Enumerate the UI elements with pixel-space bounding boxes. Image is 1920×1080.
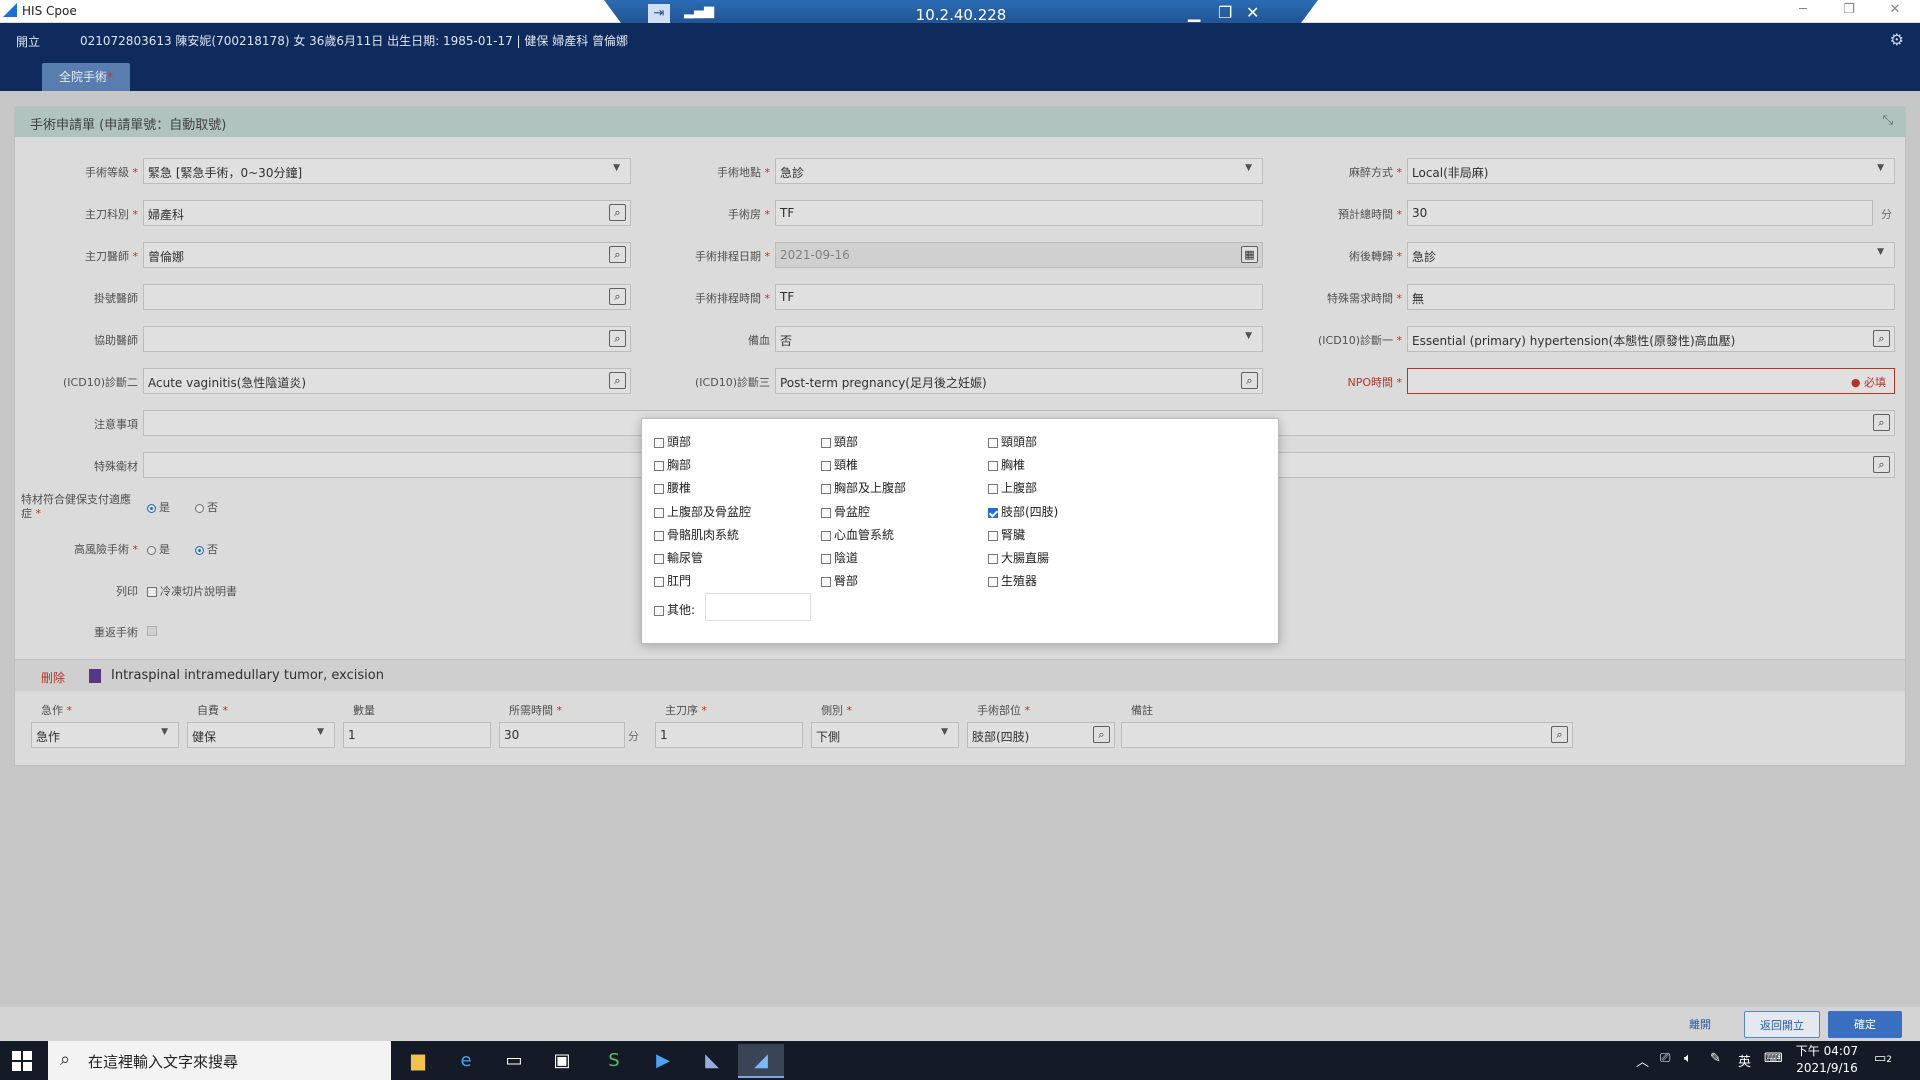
back-link[interactable]: 開立 [16,33,40,50]
minimize-icon[interactable]: ─ [1788,2,1818,17]
site-option[interactable]: 胸椎 [988,456,1025,473]
site-option[interactable]: 胸部及上腹部 [821,479,906,496]
patient-info: 021072803613 陳安妮(700218178) 女 36歲6月11日 出… [80,34,629,48]
confirm-button[interactable]: 確定 [1828,1011,1902,1038]
form-footer: 離開 返回開立 確定 [0,1007,1920,1041]
media-app-icon[interactable]: ▶ [640,1044,686,1078]
his-cpoe-taskbar-icon[interactable]: ◢ [738,1044,784,1078]
login-app-icon[interactable]: S [591,1044,637,1078]
site-option[interactable]: 臀部 [821,572,858,589]
site-option[interactable]: 頸頭部 [988,433,1037,450]
rdp-close-icon[interactable]: ✕ [1246,3,1259,22]
taskbar-search[interactable]: ⌕ 在這裡輸入文字來搜尋 [48,1041,391,1080]
close-icon[interactable]: ✕ [1880,2,1910,17]
site-option-limbs[interactable]: 肢部(四肢) [988,503,1058,520]
site-option[interactable]: 胸部 [654,456,691,473]
notification-icon[interactable]: ▭2 [1874,1051,1892,1066]
site-option[interactable]: 頭部 [654,433,691,450]
taskbar: ⌕ 在這裡輸入文字來搜尋 ▆ e ▭ ▣ S ▶ ◣ ◢ ︿ ⎚ 🔈︎ ✎ 英 … [0,1041,1920,1080]
site-option[interactable]: 骨盆腔 [821,503,870,520]
site-option[interactable]: 生殖器 [988,572,1037,589]
back-to-order-button[interactable]: 返回開立 [1744,1011,1820,1038]
edge-icon[interactable]: e [443,1044,489,1078]
gear-icon[interactable]: ⚙ [1890,30,1904,49]
surgery-site-modal: 頭部 頸部 頸頭部 胸部 頸椎 胸椎 腰椎 胸部及上腹部 上腹部 上腹部及骨盆腔… [641,418,1279,644]
site-option[interactable]: 腎臟 [988,526,1025,543]
console-icon[interactable]: ▣ [539,1044,585,1078]
site-option[interactable]: 心血管系統 [821,526,894,543]
app-icon [3,3,17,17]
site-option[interactable]: 肛門 [654,572,691,589]
site-option[interactable]: 陰道 [821,549,858,566]
cancel-button[interactable]: 離開 [1676,1011,1724,1038]
app-header: 開立 021072803613 陳安妮(700218178) 女 36歲6月11… [0,23,1920,91]
remote-ip: 10.2.40.228 [915,6,1007,24]
ime-indicator[interactable]: 英 [1738,1051,1751,1070]
site-option-other[interactable]: 其他: [654,601,695,618]
window-title: HIS Cpoe [22,4,77,18]
file-explorer-icon[interactable]: ▆ [395,1044,441,1078]
site-option[interactable]: 輸尿管 [654,549,703,566]
other-site-input[interactable] [705,593,811,621]
rdp-restore-icon[interactable]: ❐ [1218,3,1232,22]
site-option[interactable]: 頸部 [821,433,858,450]
site-option[interactable]: 大腸直腸 [988,549,1049,566]
site-option[interactable]: 腰椎 [654,479,691,496]
network-icon[interactable]: ⎚ [1660,1051,1670,1066]
terminal-icon[interactable]: ▭ [491,1044,537,1078]
site-option[interactable]: 骨骼肌肉系統 [654,526,739,543]
restore-icon[interactable]: ❐ [1834,2,1864,17]
tab-all-surgery[interactable]: 全院手術* [42,63,130,91]
chevron-up-icon[interactable]: ︿ [1636,1051,1649,1070]
windows-start-icon[interactable] [12,1051,32,1071]
site-option[interactable]: 頸椎 [821,456,858,473]
site-option[interactable]: 上腹部及骨盆腔 [654,503,751,520]
site-option[interactable]: 上腹部 [988,479,1037,496]
search-icon: ⌕ [60,1049,71,1070]
pen-icon[interactable]: ✎ [1710,1051,1721,1066]
rdp-minimize-icon[interactable]: ▁ [1188,3,1200,22]
volume-icon[interactable]: 🔈︎ [1684,1051,1692,1066]
taskbar-clock[interactable]: 下午 04:07 2021/9/16 [1792,1043,1862,1077]
notes-app-icon[interactable]: ◣ [689,1044,735,1078]
keyboard-icon[interactable]: ⌨ [1764,1051,1783,1066]
